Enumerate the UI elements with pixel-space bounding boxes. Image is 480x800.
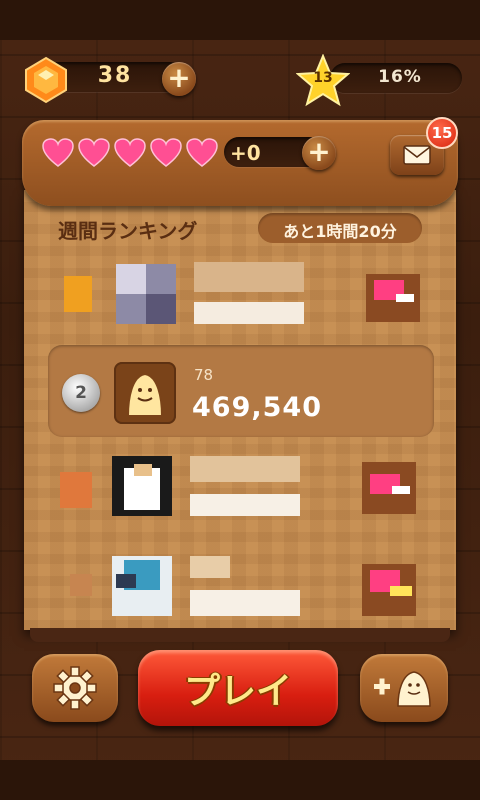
avatar [114, 362, 176, 424]
time-remaining: あと1時間20分 [283, 222, 397, 241]
rank-medal-3 [60, 472, 92, 508]
settings-button[interactable] [32, 654, 118, 722]
hearts-row [42, 138, 218, 168]
name-3 [190, 456, 300, 482]
score-3 [190, 494, 300, 516]
ranking-row-3[interactable] [40, 450, 440, 526]
ranking-row-1[interactable] [40, 258, 440, 334]
score-4 [190, 590, 300, 616]
board-shadow [30, 628, 450, 642]
name-1 [194, 262, 304, 292]
heart-icon [114, 138, 146, 167]
heart-icon [186, 138, 218, 167]
heart-icon [78, 138, 110, 167]
gem-count: 38 [97, 63, 133, 88]
progress-percent: 16% [378, 67, 422, 87]
play-button-label: プレイ [183, 671, 292, 712]
gear-icon [53, 666, 97, 710]
rank-medal-4 [70, 574, 92, 596]
add-gems-button[interactable]: + [162, 62, 196, 96]
status-bar-area [0, 0, 480, 40]
ranking-title: 週間ランキング [58, 219, 198, 243]
gem-icon [25, 56, 67, 104]
bottom-area [0, 760, 480, 800]
add-friend-icon [374, 671, 431, 707]
my-ranking-row[interactable] [48, 345, 434, 437]
heart-icon [150, 138, 182, 167]
rank-medal: 2 [62, 374, 100, 412]
name-4 [190, 556, 230, 578]
rank-medal-1 [64, 276, 92, 312]
add-hearts-button[interactable]: + [302, 136, 336, 170]
score-1 [194, 302, 304, 324]
heart-bonus: +0 [230, 141, 261, 165]
invite-friend-button[interactable] [360, 654, 448, 722]
my-level: 78 [194, 366, 214, 384]
player-level: 13 [313, 70, 333, 86]
heart-icon [42, 138, 74, 167]
mail-badge: 15 [426, 117, 458, 149]
default-avatar-icon [126, 372, 164, 417]
ranking-row-4[interactable] [40, 550, 440, 626]
my-score: 469,540 [192, 392, 322, 423]
